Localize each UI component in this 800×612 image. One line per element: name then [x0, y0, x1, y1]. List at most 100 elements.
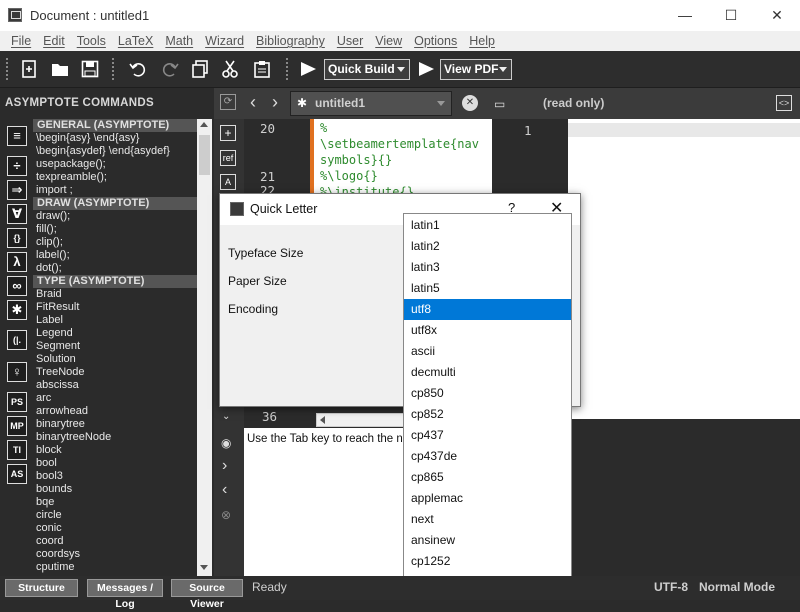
menu-edit[interactable]: Edit: [37, 31, 71, 51]
command-item[interactable]: texpreamble();: [33, 171, 197, 184]
ref-icon[interactable]: ref: [220, 150, 236, 166]
menu-options[interactable]: Options: [408, 31, 463, 51]
command-item[interactable]: coordsys: [33, 548, 197, 561]
code-view-icon[interactable]: <>: [776, 95, 792, 111]
menu-view[interactable]: View: [369, 31, 408, 51]
encoding-option[interactable]: cp850: [404, 383, 571, 404]
encoding-option[interactable]: next: [404, 509, 571, 530]
infinity-icon[interactable]: ∞: [7, 276, 27, 296]
quick-build-select[interactable]: Quick Build: [324, 59, 410, 80]
chevron-down-icon[interactable]: [437, 101, 445, 106]
mp-icon[interactable]: MP: [7, 416, 27, 436]
command-item[interactable]: circle: [33, 509, 197, 522]
menu-math[interactable]: Math: [159, 31, 199, 51]
command-item[interactable]: binarytree: [33, 418, 197, 431]
scroll-down-icon[interactable]: [200, 565, 208, 570]
new-file-icon[interactable]: [20, 59, 40, 79]
category-header[interactable]: GENERAL (ASYMPTOTE): [33, 119, 197, 132]
ti-icon[interactable]: TI: [7, 440, 27, 460]
back-arrow-icon[interactable]: ‹: [250, 92, 256, 113]
toolbar-grip[interactable]: [6, 58, 10, 80]
command-item[interactable]: arc: [33, 392, 197, 405]
command-item[interactable]: Braid: [33, 288, 197, 301]
command-item[interactable]: bqe: [33, 496, 197, 509]
forward-arrow-icon[interactable]: ›: [272, 92, 278, 113]
command-item[interactable]: block: [33, 444, 197, 457]
view-arrow-icon[interactable]: [416, 59, 436, 79]
messages-log-button[interactable]: Messages / Log: [87, 579, 163, 610]
toolbar-grip-3[interactable]: [286, 58, 290, 80]
implies-icon[interactable]: ⇒: [7, 180, 27, 200]
encoding-option[interactable]: latin2: [404, 236, 571, 257]
close-button[interactable]: ✕: [754, 0, 800, 31]
encoding-option[interactable]: utf8x: [404, 320, 571, 341]
encoding-option[interactable]: decmulti: [404, 362, 571, 383]
scrollbar-thumb[interactable]: [199, 135, 210, 175]
eye-icon[interactable]: ◉: [221, 436, 231, 450]
command-list-scrollbar[interactable]: [197, 119, 212, 576]
status-mode[interactable]: Normal Mode: [699, 580, 775, 594]
menu-tools[interactable]: Tools: [71, 31, 112, 51]
encoding-option[interactable]: applemac: [404, 488, 571, 509]
menu-file[interactable]: File: [5, 31, 37, 51]
encoding-dropdown-list[interactable]: latin1 latin2 latin3 latin5 utf8 utf8x ascii de…: [403, 213, 572, 600]
category-header[interactable]: DRAW (ASYMPTOTE): [33, 197, 197, 210]
command-item[interactable]: coord: [33, 535, 197, 548]
menu-user[interactable]: User: [331, 31, 369, 51]
toolbar-grip-2[interactable]: [112, 58, 116, 80]
encoding-option[interactable]: cp437: [404, 425, 571, 446]
encoding-option[interactable]: cp437de: [404, 446, 571, 467]
command-item[interactable]: bool: [33, 457, 197, 470]
command-item[interactable]: Legend: [33, 327, 197, 340]
refresh-icon[interactable]: ⟳: [220, 94, 236, 110]
command-item[interactable]: Label: [33, 314, 197, 327]
divide-icon[interactable]: ÷: [7, 156, 27, 176]
prev-icon[interactable]: ‹: [222, 481, 227, 499]
editor-tab[interactable]: ✱ untitled1: [290, 91, 452, 116]
command-list[interactable]: GENERAL (ASYMPTOTE) \begin{asy} \end{asy}…: [33, 119, 197, 576]
menu-wizard[interactable]: Wizard: [199, 31, 250, 51]
command-item[interactable]: \begin{asy} \end{asy}: [33, 132, 197, 145]
redo-icon[interactable]: [160, 59, 180, 79]
command-item[interactable]: draw();: [33, 210, 197, 223]
encoding-option[interactable]: ascii: [404, 341, 571, 362]
as-icon[interactable]: AS: [7, 464, 27, 484]
command-item[interactable]: conic: [33, 522, 197, 535]
list-icon[interactable]: ≡: [7, 126, 27, 146]
undo-icon[interactable]: [128, 59, 148, 79]
command-item[interactable]: fill();: [33, 223, 197, 236]
command-item[interactable]: arrowhead: [33, 405, 197, 418]
category-header[interactable]: TYPE (ASYMPTOTE): [33, 275, 197, 288]
command-item[interactable]: clip();: [33, 236, 197, 249]
open-folder-icon[interactable]: [50, 59, 70, 79]
view-pdf-select[interactable]: View PDF: [440, 59, 512, 80]
copy-icon[interactable]: [190, 59, 210, 79]
encoding-option[interactable]: cp852: [404, 404, 571, 425]
encoding-option[interactable]: latin3: [404, 257, 571, 278]
encoding-option[interactable]: cp1252: [404, 551, 571, 572]
command-item[interactable]: import ;: [33, 184, 197, 197]
fold-down-icon[interactable]: ⌄: [222, 411, 230, 422]
bracket-icon[interactable]: (|.: [7, 330, 27, 350]
save-icon[interactable]: [80, 59, 100, 79]
minimize-button[interactable]: —: [662, 0, 708, 31]
command-item[interactable]: usepackage();: [33, 158, 197, 171]
stop-icon[interactable]: ⊗: [221, 508, 231, 522]
command-item[interactable]: Segment: [33, 340, 197, 353]
source-viewer-button[interactable]: Source Viewer: [171, 579, 243, 610]
command-item[interactable]: TreeNode: [33, 366, 197, 379]
font-icon[interactable]: A: [220, 174, 236, 190]
cut-icon[interactable]: [220, 59, 240, 79]
paste-icon[interactable]: [252, 59, 272, 79]
command-item[interactable]: \begin{asydef} \end{asydef}: [33, 145, 197, 158]
secondary-editor[interactable]: [568, 119, 800, 419]
horizontal-scrollbar[interactable]: [316, 413, 408, 427]
lambda-icon[interactable]: λ: [7, 252, 27, 272]
command-item[interactable]: Solution: [33, 353, 197, 366]
forall-icon[interactable]: ∀: [7, 204, 27, 224]
menu-latex[interactable]: LaTeX: [112, 31, 159, 51]
ps-icon[interactable]: PS: [7, 392, 27, 412]
close-tab-icon[interactable]: ✕: [462, 95, 478, 111]
command-item[interactable]: FitResult: [33, 301, 197, 314]
command-item[interactable]: cputime: [33, 561, 197, 574]
